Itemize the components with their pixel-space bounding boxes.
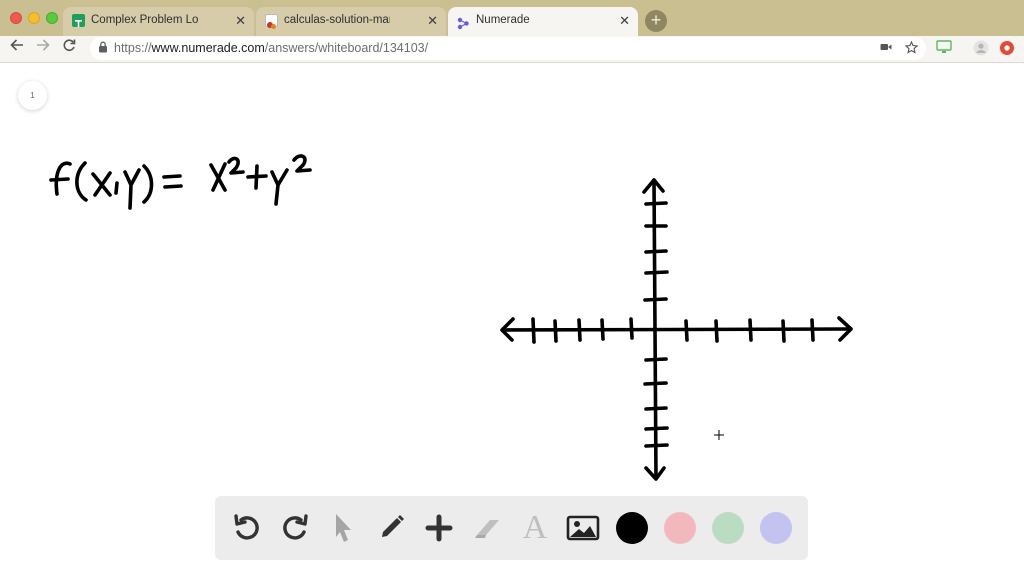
address-bar[interactable]: https://www.numerade.com/answers/whitebo… <box>90 37 926 60</box>
pointer-icon[interactable] <box>325 510 361 546</box>
window-close-button[interactable] <box>10 12 22 24</box>
ink-letter-y <box>270 168 289 206</box>
tab-complex-problem-log[interactable]: Complex Problem Log_Brittany ✕ <box>63 7 254 36</box>
color-swatch-green[interactable] <box>712 512 744 544</box>
eraser-icon[interactable] <box>469 510 505 546</box>
url-scheme: https:// <box>114 41 152 55</box>
browser-toolbar: https://www.numerade.com/answers/whitebo… <box>0 36 1024 63</box>
numerade-icon <box>457 14 470 30</box>
tab-title: Complex Problem Log_Brittany <box>91 14 198 26</box>
forward-arrow-icon[interactable] <box>36 38 50 57</box>
image-icon[interactable] <box>565 510 601 546</box>
back-arrow-icon[interactable] <box>10 38 24 57</box>
pdf-app-icon <box>265 14 278 29</box>
tab-title: Numerade <box>476 14 530 26</box>
browser-tab-bar: Complex Problem Log_Brittany ✕ calculas-… <box>0 0 1024 36</box>
ink-letter-y <box>123 168 141 210</box>
reload-icon[interactable] <box>62 38 76 57</box>
color-swatch-black[interactable] <box>616 512 648 544</box>
tab-close-icon[interactable]: ✕ <box>619 7 630 34</box>
url-host: www.numerade.com <box>151 41 265 55</box>
camera-icon[interactable] <box>880 41 892 56</box>
tab-calculus-solution-manual[interactable]: calculas-solution-manual-rea ✕ <box>256 7 446 36</box>
ink-exponent-2 <box>292 154 312 173</box>
lock-icon <box>99 41 107 53</box>
text-tool-icon[interactable]: A <box>517 510 553 546</box>
tab-title: calculas-solution-manual-rea <box>284 14 390 26</box>
page-number-badge[interactable]: 1 <box>18 81 47 110</box>
pen-icon[interactable] <box>373 510 409 546</box>
ink-paren-close <box>142 164 154 204</box>
ink-paren-open <box>75 161 88 202</box>
ink-exponent-2 <box>227 156 245 175</box>
screencast-extension-icon[interactable] <box>936 40 952 59</box>
ink-plus <box>246 164 268 190</box>
crosshair-cursor-icon <box>714 430 724 440</box>
ink-letter-f <box>49 161 72 196</box>
add-shape-icon[interactable] <box>421 510 457 546</box>
google-sheets-icon <box>72 14 85 27</box>
ink-comma <box>114 181 119 195</box>
new-tab-button[interactable]: + <box>645 10 667 32</box>
tab-numerade[interactable]: Numerade ✕ <box>448 7 638 36</box>
ink-letter-x <box>209 162 227 192</box>
window-minimize-button[interactable] <box>28 12 40 24</box>
color-swatch-lavender[interactable] <box>760 512 792 544</box>
window-zoom-button[interactable] <box>46 12 58 24</box>
url-path: /answers/whiteboard/134103/ <box>264 41 429 55</box>
redo-icon[interactable] <box>277 510 313 546</box>
undo-icon[interactable] <box>229 510 265 546</box>
record-extension-icon[interactable] <box>999 40 1015 61</box>
url-text: https://www.numerade.com/answers/whitebo… <box>114 41 428 55</box>
tab-close-icon[interactable]: ✕ <box>427 7 438 34</box>
bookmark-star-icon[interactable] <box>904 40 919 57</box>
color-swatch-pink[interactable] <box>664 512 696 544</box>
profile-avatar-icon[interactable] <box>973 40 989 61</box>
ink-equals <box>162 174 183 189</box>
ink-letter-x <box>91 171 112 197</box>
drawing-toolbar: A <box>215 496 808 560</box>
tab-close-icon[interactable]: ✕ <box>235 7 246 34</box>
page-header: 1 <box>0 63 1024 128</box>
